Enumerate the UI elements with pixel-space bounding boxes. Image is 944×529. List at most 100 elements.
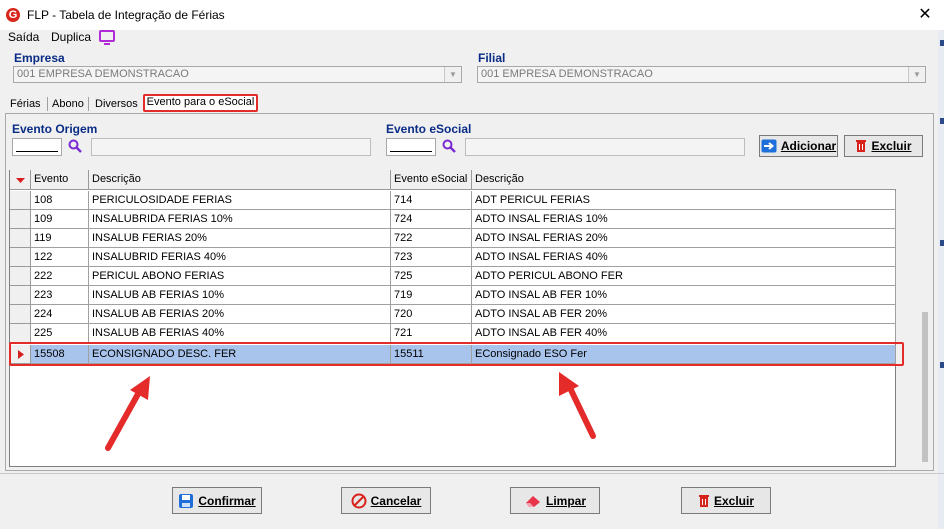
cell-descricao-esocial[interactable]: ADTO PERICUL ABONO FER xyxy=(472,267,896,286)
row-indicator[interactable] xyxy=(10,305,31,324)
tab-ferias[interactable]: Férias xyxy=(10,96,41,112)
cell-evento[interactable]: 224 xyxy=(31,305,89,324)
cell-descricao[interactable]: INSALUBRIDA FERIAS 10% xyxy=(89,210,391,229)
cell-evento[interactable]: 109 xyxy=(31,210,89,229)
cell-descricao[interactable]: INSALUB AB FERIAS 40% xyxy=(89,324,391,343)
cell-evento-esocial[interactable]: 725 xyxy=(391,267,472,286)
close-icon[interactable]: ✕ xyxy=(914,4,936,26)
cell-evento[interactable]: 223 xyxy=(31,286,89,305)
cancel-button[interactable]: Cancelar xyxy=(341,487,431,514)
cancel-button-label: Cancelar xyxy=(370,493,422,508)
evento-esocial-input[interactable] xyxy=(386,138,436,156)
row-indicator[interactable] xyxy=(10,286,31,305)
cell-descricao-esocial[interactable]: ADTO INSAL AB FER 40% xyxy=(472,324,896,343)
cell-evento[interactable]: 122 xyxy=(31,248,89,267)
evento-origem-label: Evento Origem xyxy=(12,122,98,136)
row-indicator[interactable] xyxy=(10,210,31,229)
chevron-down-icon[interactable]: ▼ xyxy=(444,67,461,82)
table-row[interactable]: 223 INSALUB AB FERIAS 10% 719 ADTO INSAL AB… xyxy=(10,286,896,305)
cell-evento[interactable]: 108 xyxy=(31,191,89,210)
tab-divider xyxy=(47,97,48,111)
footer-divider xyxy=(0,473,944,474)
menu-item-duplica[interactable]: Duplica xyxy=(51,30,91,44)
table-header: Evento Descrição Evento eSocial Descriçã… xyxy=(10,170,896,190)
row-indicator[interactable] xyxy=(10,248,31,267)
footer-delete-button[interactable]: Excluir xyxy=(681,487,771,514)
cell-descricao[interactable]: PERICUL ABONO FERIAS xyxy=(89,267,391,286)
table-row[interactable]: 222 PERICUL ABONO FERIAS 725 ADTO PERICUL A… xyxy=(10,267,896,286)
header-evento[interactable]: Evento xyxy=(31,170,89,189)
clear-button[interactable]: Limpar xyxy=(510,487,600,514)
cell-descricao-esocial[interactable]: ADTO INSAL FERIAS 20% xyxy=(472,229,896,248)
filial-select[interactable]: 001 EMPRESA DEMONSTRACAO ▼ xyxy=(477,66,926,83)
sort-down-icon xyxy=(16,178,25,183)
delete-button-label: Excluir xyxy=(871,139,912,153)
annotation-arrow-right xyxy=(559,372,596,439)
evento-esocial-description xyxy=(465,138,745,156)
cell-evento-esocial[interactable]: 719 xyxy=(391,286,472,305)
cell-descricao[interactable]: INSALUBRID FERIAS 40% xyxy=(89,248,391,267)
cell-evento-esocial[interactable]: 720 xyxy=(391,305,472,324)
cell-evento-esocial[interactable]: 714 xyxy=(391,191,472,210)
row-indicator[interactable] xyxy=(10,267,31,286)
filial-value: 001 EMPRESA DEMONSTRACAO xyxy=(481,68,653,80)
scrollbar-thumb[interactable] xyxy=(922,312,928,462)
table-row[interactable]: 225 INSALUB AB FERIAS 40% 721 ADTO INSAL AB… xyxy=(10,324,896,343)
confirm-button[interactable]: Confirmar xyxy=(172,487,262,514)
empresa-select[interactable]: 001 EMPRESA DEMONSTRACAO ▼ xyxy=(13,66,462,83)
tab-diversos[interactable]: Diversos xyxy=(95,96,138,112)
eraser-icon xyxy=(525,495,540,507)
header-evento-esocial[interactable]: Evento eSocial xyxy=(391,170,472,189)
table-row[interactable]: 109 INSALUBRIDA FERIAS 10% 724 ADTO INSAL F… xyxy=(10,210,896,229)
row-indicator[interactable] xyxy=(10,324,31,343)
trash-icon xyxy=(698,494,709,507)
cell-descricao[interactable]: INSALUB AB FERIAS 10% xyxy=(89,286,391,305)
table-row[interactable]: 119 INSALUB FERIAS 20% 722 ADTO INSAL FERIA… xyxy=(10,229,896,248)
monitor-icon[interactable] xyxy=(99,30,115,42)
chevron-down-icon[interactable]: ▼ xyxy=(908,67,925,82)
table-row[interactable]: 108 PERICULOSIDADE FERIAS 714 ADT PERICUL F… xyxy=(10,191,896,210)
background-mark xyxy=(940,240,944,246)
search-icon[interactable] xyxy=(442,139,456,153)
cell-descricao[interactable]: INSALUB AB FERIAS 20% xyxy=(89,305,391,324)
cell-descricao-esocial[interactable]: ADTO INSAL FERIAS 10% xyxy=(472,210,896,229)
evento-origem-input[interactable] xyxy=(12,138,62,156)
empresa-value: 001 EMPRESA DEMONSTRACAO xyxy=(17,68,189,80)
header-indicator[interactable] xyxy=(10,170,31,189)
window-title: FLP - Tabela de Integração de Férias xyxy=(27,8,225,22)
cell-descricao-esocial[interactable]: ADTO INSAL AB FER 20% xyxy=(472,305,896,324)
cell-descricao[interactable]: INSALUB FERIAS 20% xyxy=(89,229,391,248)
cell-evento[interactable]: 222 xyxy=(31,267,89,286)
cell-descricao-esocial[interactable]: ADTO INSAL AB FER 10% xyxy=(472,286,896,305)
header-descricao-esocial[interactable]: Descrição xyxy=(472,170,896,189)
table-row[interactable]: 224 INSALUB AB FERIAS 20% 720 ADTO INSAL AB… xyxy=(10,305,896,324)
arrow-right-icon xyxy=(761,139,777,153)
app-logo-icon: G xyxy=(6,8,20,22)
cell-descricao-esocial[interactable]: ADT PERICUL FERIAS xyxy=(472,191,896,210)
tab-evento-esocial[interactable]: Evento para o eSocial xyxy=(143,94,258,112)
cell-evento-esocial[interactable]: 721 xyxy=(391,324,472,343)
clear-button-label: Limpar xyxy=(545,493,586,508)
tab-abono[interactable]: Abono xyxy=(52,96,84,112)
footer-delete-button-label: Excluir xyxy=(713,493,755,508)
row-indicator[interactable] xyxy=(10,191,31,210)
selected-row-highlight xyxy=(9,342,904,366)
add-button[interactable]: Adicionar xyxy=(759,135,838,157)
delete-button[interactable]: Excluir xyxy=(844,135,923,157)
header-descricao[interactable]: Descrição xyxy=(89,170,391,189)
trash-icon xyxy=(856,140,867,152)
table-row[interactable]: 122 INSALUBRID FERIAS 40% 723 ADTO INSAL FE… xyxy=(10,248,896,267)
cell-evento-esocial[interactable]: 724 xyxy=(391,210,472,229)
search-icon[interactable] xyxy=(68,139,82,153)
cell-evento[interactable]: 225 xyxy=(31,324,89,343)
cell-descricao[interactable]: PERICULOSIDADE FERIAS xyxy=(89,191,391,210)
cell-evento-esocial[interactable]: 723 xyxy=(391,248,472,267)
background-mark xyxy=(940,118,944,124)
tab-divider xyxy=(88,97,89,111)
cell-evento[interactable]: 119 xyxy=(31,229,89,248)
row-indicator[interactable] xyxy=(10,229,31,248)
cell-descricao-esocial[interactable]: ADTO INSAL FERIAS 40% xyxy=(472,248,896,267)
menu-item-saida[interactable]: Saída xyxy=(8,30,39,44)
cell-evento-esocial[interactable]: 722 xyxy=(391,229,472,248)
evento-origem-description xyxy=(91,138,371,156)
